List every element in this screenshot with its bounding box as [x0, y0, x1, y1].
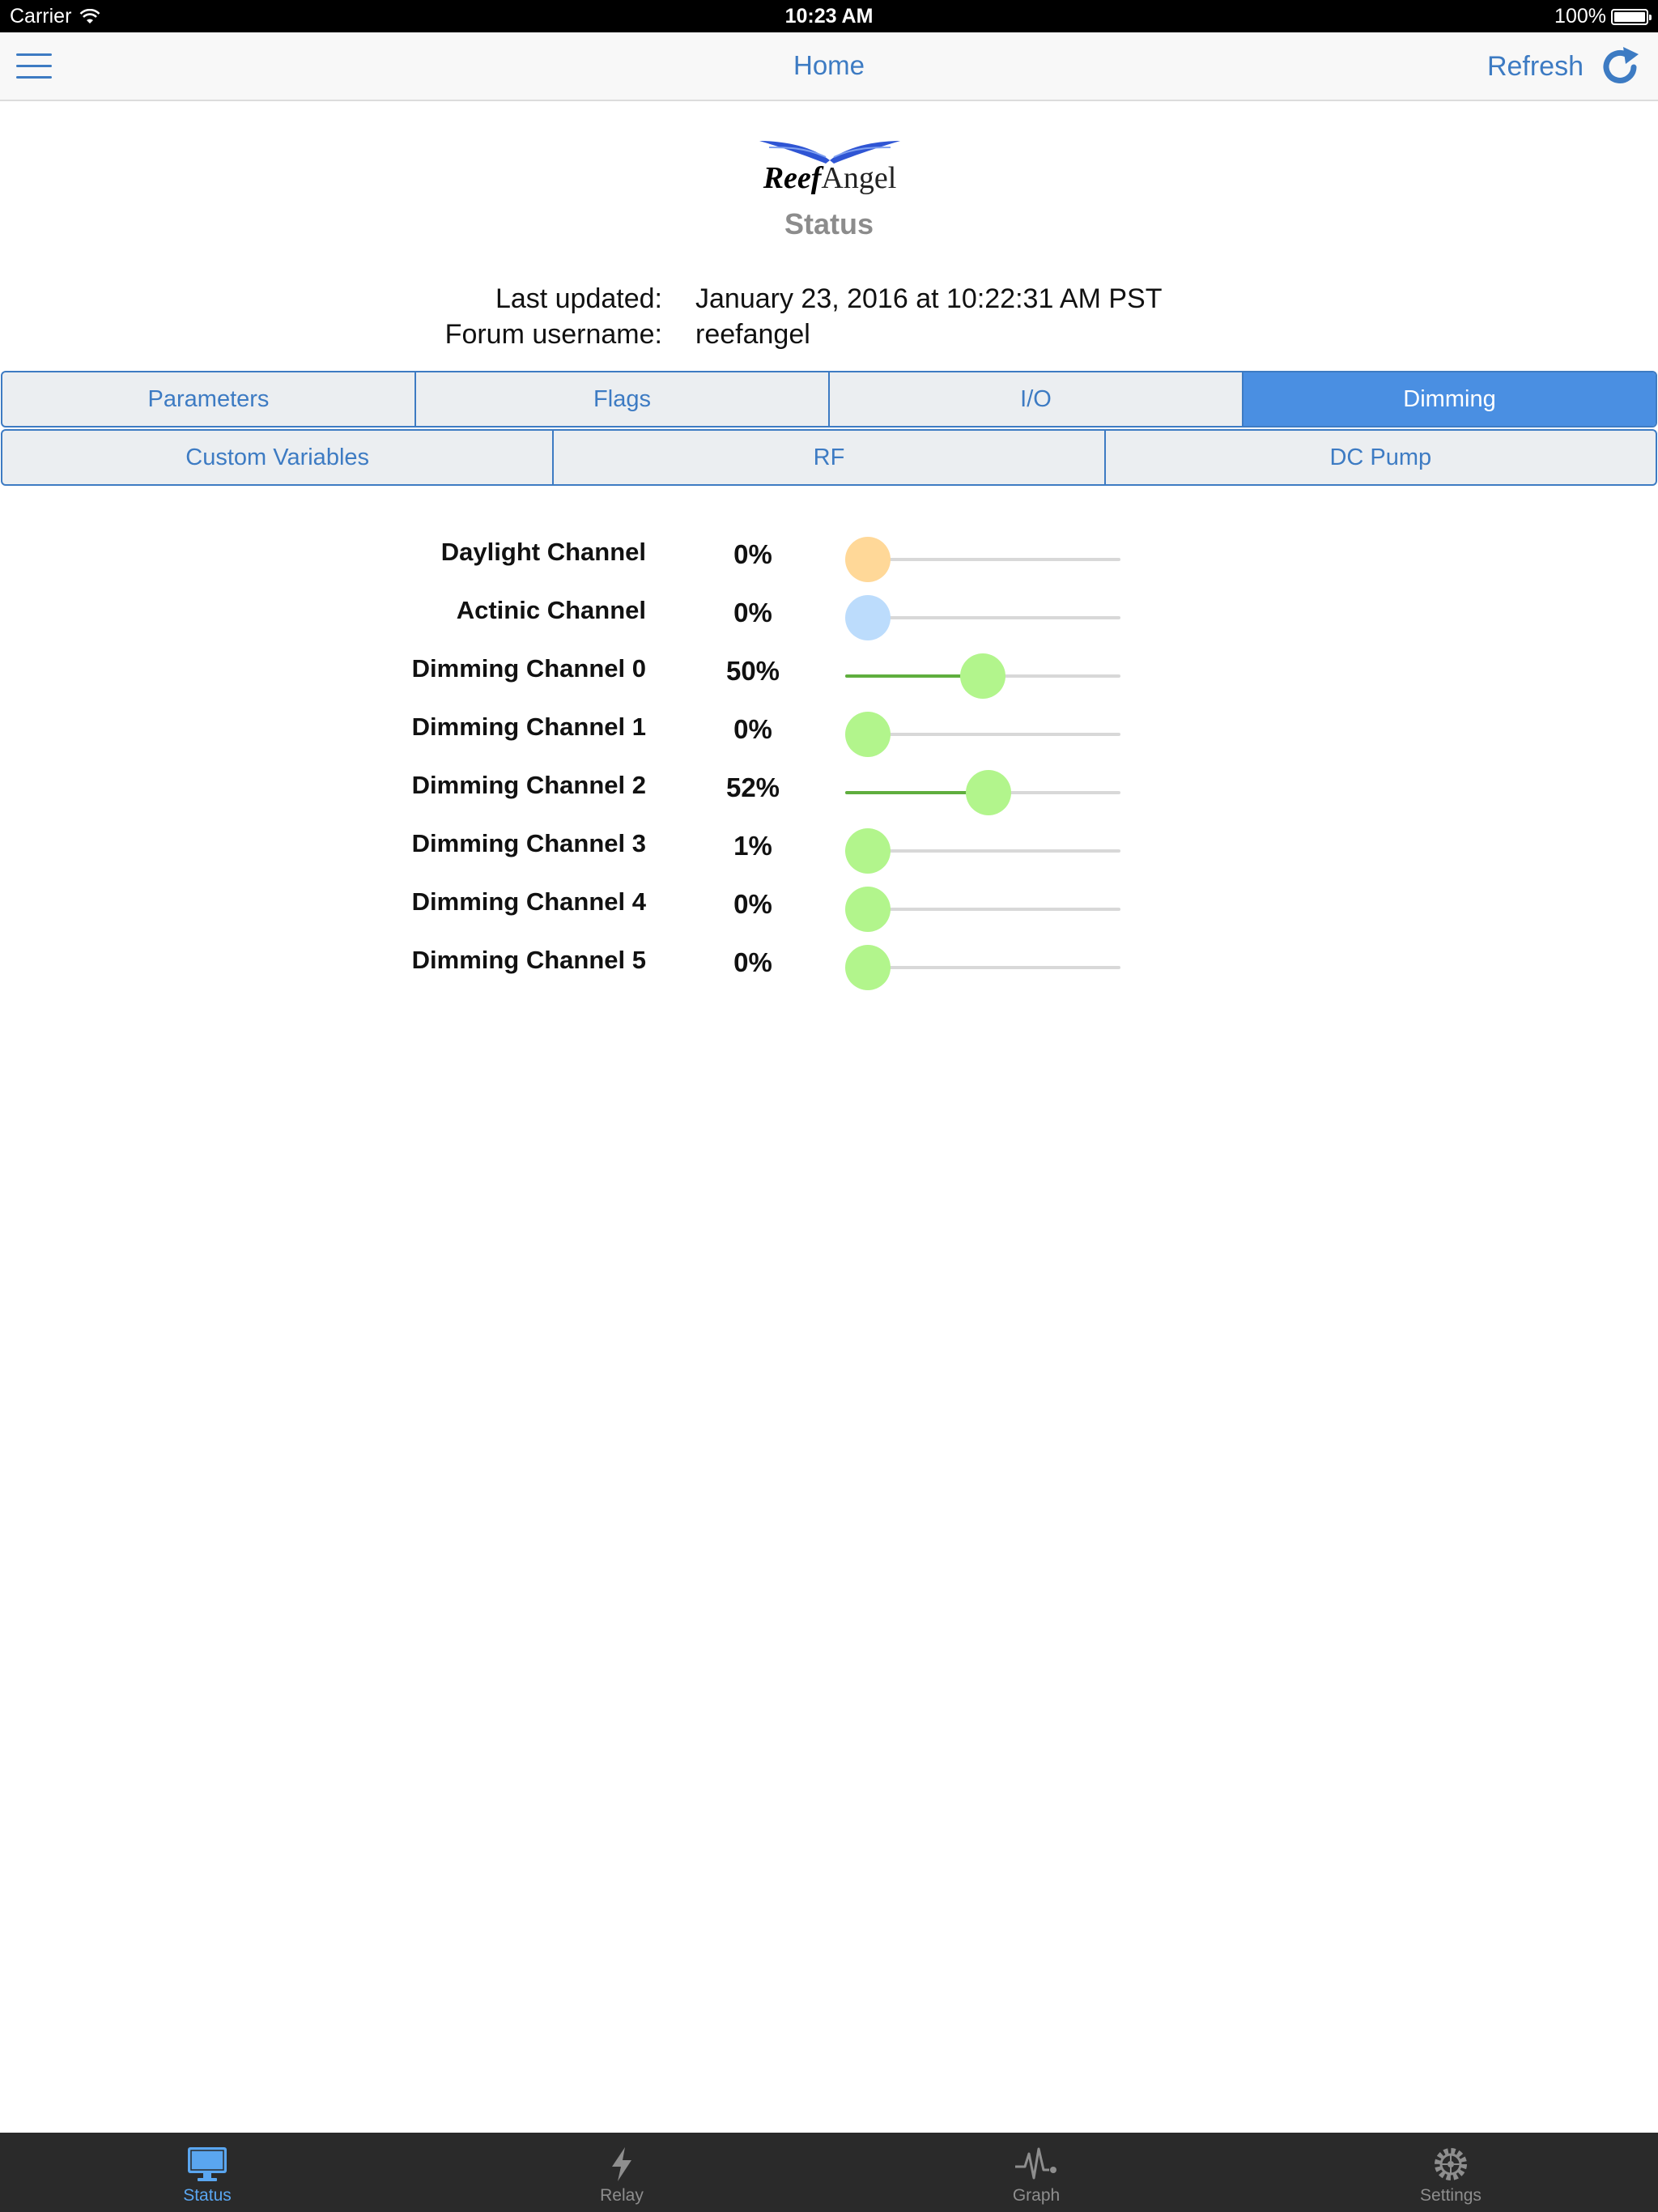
- channel-value: 0%: [733, 714, 772, 744]
- channel-label: Daylight Channel: [440, 538, 646, 566]
- channel-label: Dimming Channel 2: [411, 771, 646, 799]
- channel-slider[interactable]: [845, 653, 1120, 699]
- channel-label: Actinic Channel: [456, 596, 646, 624]
- channel-slider[interactable]: [845, 712, 1120, 757]
- channel-value: 0%: [733, 947, 772, 977]
- forum-username-value: reefangel: [695, 319, 810, 350]
- channel-row: Dimming Channel 5 0%: [0, 934, 1658, 993]
- refresh-icon: [1603, 47, 1639, 83]
- slider-knob[interactable]: [845, 828, 891, 874]
- channel-slider[interactable]: [845, 537, 1120, 582]
- status-info: Last updated: January 23, 2016 at 10:22:…: [0, 283, 1658, 355]
- forum-username-label: Forum username:: [444, 319, 662, 350]
- logo-text-reef: Reef: [763, 161, 822, 195]
- tab-relay[interactable]: Relay: [414, 2133, 829, 2212]
- tab-io[interactable]: I/O: [830, 372, 1244, 426]
- status-section-tabs-secondary: Custom Variables RF DC Pump: [1, 429, 1657, 486]
- page-title: Status: [784, 207, 874, 240]
- battery-percent: 100%: [1554, 5, 1606, 28]
- channel-label: Dimming Channel 5: [411, 946, 646, 974]
- slider-knob[interactable]: [845, 712, 891, 757]
- battery-indicator: 100%: [1554, 5, 1652, 28]
- status-bar: Carrier 10:23 AM 100%: [0, 0, 1658, 32]
- status-section-tabs: Parameters Flags I/O Dimming: [1, 371, 1657, 428]
- slider-knob[interactable]: [965, 770, 1011, 815]
- tab-graph[interactable]: Graph: [829, 2133, 1244, 2212]
- pulse-graph-icon: [1014, 2144, 1059, 2184]
- last-updated-value: January 23, 2016 at 10:22:31 AM PST: [695, 283, 1163, 314]
- forum-username-row: Forum username: reefangel: [0, 319, 1658, 355]
- channel-slider[interactable]: [845, 828, 1120, 874]
- channel-slider[interactable]: [845, 595, 1120, 640]
- channel-value: 0%: [733, 598, 772, 627]
- slider-knob[interactable]: [845, 537, 891, 582]
- slider-knob[interactable]: [845, 945, 891, 990]
- dimming-channel-list: Daylight Channel 0% Actinic Channel 0% D…: [0, 526, 1658, 993]
- last-updated-row: Last updated: January 23, 2016 at 10:22:…: [0, 283, 1658, 319]
- channel-label: Dimming Channel 0: [411, 654, 646, 683]
- channel-value: 0%: [733, 889, 772, 919]
- last-updated-label: Last updated:: [495, 283, 662, 314]
- tab-custom-variables[interactable]: Custom Variables: [2, 431, 555, 484]
- channel-slider[interactable]: [845, 887, 1120, 932]
- channel-label: Dimming Channel 1: [411, 713, 646, 741]
- channel-slider[interactable]: [845, 770, 1120, 815]
- nav-title: Home: [793, 50, 865, 80]
- navigation-bar: Home Refresh: [0, 32, 1658, 101]
- slider-knob[interactable]: [845, 595, 891, 640]
- tab-status-label: Status: [183, 2186, 232, 2205]
- channel-row: Dimming Channel 0 50%: [0, 643, 1658, 701]
- refresh-button[interactable]: Refresh: [1487, 44, 1643, 89]
- channel-value: 1%: [733, 831, 772, 861]
- tab-graph-label: Graph: [1012, 2186, 1061, 2205]
- tab-relay-label: Relay: [600, 2186, 644, 2205]
- channel-row: Dimming Channel 1 0%: [0, 701, 1658, 759]
- slider-knob[interactable]: [845, 887, 891, 932]
- refresh-label: Refresh: [1486, 50, 1584, 82]
- channel-label: Dimming Channel 3: [411, 829, 646, 857]
- tab-dimming[interactable]: Dimming: [1244, 372, 1656, 426]
- tab-settings-label: Settings: [1420, 2186, 1482, 2205]
- channel-label: Dimming Channel 4: [411, 887, 646, 916]
- channel-row: Daylight Channel 0%: [0, 526, 1658, 585]
- tab-bar: Status Relay Graph Settings: [0, 2133, 1658, 2212]
- channel-value: 50%: [725, 656, 780, 686]
- tab-status[interactable]: Status: [0, 2133, 414, 2212]
- tab-dc-pump[interactable]: DC Pump: [1106, 431, 1656, 484]
- tab-flags[interactable]: Flags: [416, 372, 830, 426]
- channel-row: Dimming Channel 4 0%: [0, 876, 1658, 934]
- tab-parameters[interactable]: Parameters: [2, 372, 416, 426]
- clock: 10:23 AM: [784, 5, 874, 28]
- logo-text-angel: Angel: [821, 161, 897, 195]
- channel-row: Actinic Channel 0%: [0, 585, 1658, 643]
- channel-row: Dimming Channel 3 1%: [0, 818, 1658, 876]
- battery-icon: [1611, 8, 1652, 25]
- lightning-bolt-icon: [599, 2144, 644, 2184]
- monitor-icon: [185, 2144, 230, 2184]
- tab-rf[interactable]: RF: [554, 431, 1106, 484]
- channel-row: Dimming Channel 2 52%: [0, 759, 1658, 818]
- reef-angel-logo: ReefAngel: [745, 136, 915, 201]
- slider-knob[interactable]: [960, 653, 1005, 699]
- channel-value: 0%: [733, 539, 772, 569]
- channel-value: 52%: [725, 772, 780, 802]
- gear-icon: [1428, 2144, 1473, 2184]
- tab-settings[interactable]: Settings: [1244, 2133, 1658, 2212]
- channel-slider[interactable]: [845, 945, 1120, 990]
